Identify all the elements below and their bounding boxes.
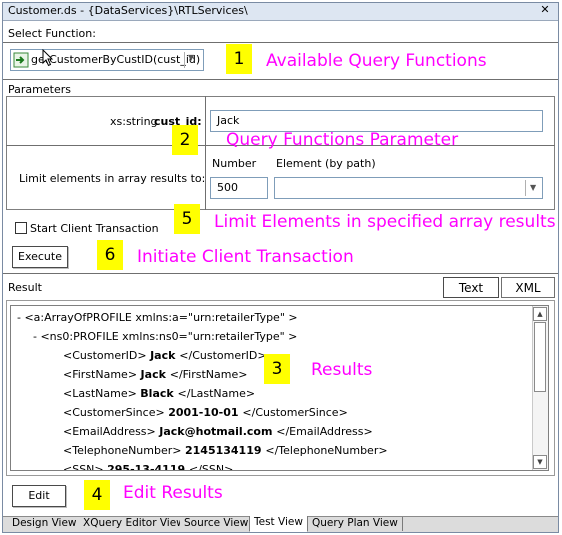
xml-tag-open: <SSN> bbox=[63, 463, 108, 471]
annotation-text-2: Query Functions Parameter bbox=[226, 130, 459, 150]
xml-tag-open: <FirstName> bbox=[63, 368, 141, 381]
divider bbox=[3, 42, 558, 43]
xml-tag-open: <CustomerID> bbox=[63, 349, 151, 362]
annotation-text-5: Limit Elements in specified array result… bbox=[214, 212, 556, 232]
limit-elements-label: Limit elements in array results to: bbox=[19, 172, 206, 185]
xml-value: Jack bbox=[140, 368, 170, 381]
xml-value: Jack@hotmail.com bbox=[159, 425, 277, 438]
xml-tag-open: <CustomerSince> bbox=[63, 406, 169, 419]
edit-button[interactable]: Edit bbox=[12, 485, 66, 507]
xml-tag-close: </TelephoneNumber> bbox=[265, 444, 388, 457]
annotation-badge-6: 6 bbox=[97, 240, 123, 270]
tab-source-view[interactable]: Source View bbox=[180, 517, 254, 531]
xml-tag-close: </FirstName> bbox=[169, 368, 248, 381]
function-arrow-icon bbox=[13, 52, 29, 68]
param-value-input[interactable]: Jack bbox=[210, 110, 543, 132]
edit-button-label: Edit bbox=[28, 489, 50, 502]
result-line: <FirstName> Jack </FirstName> bbox=[63, 368, 247, 381]
annotation-text-6: Initiate Client Transaction bbox=[137, 247, 354, 267]
number-label: Number bbox=[212, 157, 257, 170]
annotation-badge-5: 5 bbox=[174, 204, 200, 234]
parameters-label: Parameters bbox=[8, 83, 71, 96]
limit-number-value: 500 bbox=[217, 181, 238, 194]
result-label: Result bbox=[8, 281, 42, 294]
result-line: <LastName> Black </LastName> bbox=[63, 387, 255, 400]
param-value: Jack bbox=[217, 114, 240, 127]
xml-value: 2145134119 bbox=[184, 444, 266, 457]
dropdown-separator bbox=[525, 180, 526, 196]
annotation-text-3: Results bbox=[311, 360, 373, 380]
annotation-badge-4: 4 bbox=[84, 480, 110, 510]
result-content[interactable]: - <a:ArrayOfPROFILE xmlns:a="urn:retaile… bbox=[10, 305, 549, 471]
xml-value: Jack bbox=[150, 349, 180, 362]
annotation-badge-3: 3 bbox=[264, 354, 290, 384]
xml-view-label: XML bbox=[515, 281, 541, 295]
xml-tag-close: </CustomerSince> bbox=[242, 406, 348, 419]
execute-button-label: Execute bbox=[18, 250, 62, 263]
xml-view-button[interactable]: XML bbox=[501, 277, 555, 298]
element-path-label: Element (by path) bbox=[276, 157, 376, 170]
xml-tag-open: <LastName> bbox=[63, 387, 141, 400]
window-title: Customer.ds - {DataServices}\RTLServices… bbox=[8, 4, 248, 17]
chevron-down-icon[interactable]: ▼ bbox=[530, 183, 536, 192]
chevron-down-icon[interactable]: ▼ bbox=[188, 53, 194, 62]
scroll-up-icon[interactable]: ▲ bbox=[533, 307, 547, 321]
annotation-text-4: Edit Results bbox=[123, 483, 223, 503]
divider bbox=[205, 96, 206, 210]
divider bbox=[3, 273, 558, 274]
select-function-label: Select Function: bbox=[8, 27, 96, 40]
result-line: - <ns0:PROFILE xmlns:ns0="urn:retailerTy… bbox=[33, 330, 297, 343]
xml-value: 295-13-4119 bbox=[107, 463, 189, 471]
tab-test-view[interactable]: Test View bbox=[249, 516, 308, 532]
result-line: <CustomerSince> 2001-10-01 </CustomerSin… bbox=[63, 406, 348, 419]
function-select-value: getCustomerByCustID(cust_id) bbox=[31, 53, 201, 66]
result-line: <TelephoneNumber> 2145134119 </Telephone… bbox=[63, 444, 388, 457]
xml-tag-close: </EmailAddress> bbox=[276, 425, 373, 438]
xml-tag-open: <TelephoneNumber> bbox=[63, 444, 185, 457]
xml-tag-open: <EmailAddress> bbox=[63, 425, 160, 438]
result-line: <SSN> 295-13-4119 </SSN> bbox=[63, 463, 234, 471]
text-view-label: Text bbox=[458, 281, 484, 295]
dropdown-separator bbox=[184, 52, 185, 68]
text-view-button[interactable]: Text bbox=[443, 277, 499, 298]
scroll-thumb[interactable] bbox=[534, 322, 546, 392]
xml-value: 2001-10-01 bbox=[168, 406, 243, 419]
execute-button[interactable]: Execute bbox=[12, 246, 68, 268]
tab-query-plan-view[interactable]: Query Plan View bbox=[308, 517, 403, 531]
annotation-badge-1: 1 bbox=[226, 44, 252, 74]
close-icon[interactable]: ✕ bbox=[538, 3, 552, 16]
result-line: <CustomerID> Jack </CustomerID> bbox=[63, 349, 267, 362]
annotation-text-1: Available Query Functions bbox=[266, 51, 487, 71]
mouse-cursor-icon bbox=[42, 49, 54, 67]
xml-tag-open: - <a:ArrayOfPROFILE xmlns:a="urn:retaile… bbox=[17, 311, 298, 324]
xml-value: Black bbox=[140, 387, 178, 400]
element-path-select[interactable] bbox=[274, 177, 543, 199]
tab-xquery-editor-view[interactable]: XQuery Editor View bbox=[79, 517, 190, 531]
start-transaction-label: Start Client Transaction bbox=[30, 222, 159, 235]
param-type: xs:string bbox=[110, 115, 158, 128]
xml-tag-close: </CustomerID> bbox=[179, 349, 267, 362]
xml-tag-close: </LastName> bbox=[177, 387, 256, 400]
xml-tag-close: </SSN> bbox=[188, 463, 234, 471]
result-line: - <a:ArrayOfPROFILE xmlns:a="urn:retaile… bbox=[17, 311, 298, 324]
result-line: <EmailAddress> Jack@hotmail.com </EmailA… bbox=[63, 425, 373, 438]
xml-tag-open: - <ns0:PROFILE xmlns:ns0="urn:retailerTy… bbox=[33, 330, 298, 343]
scroll-down-icon[interactable]: ▼ bbox=[533, 455, 547, 469]
annotation-badge-2: 2 bbox=[172, 125, 198, 155]
tab-design-view[interactable]: Design View bbox=[8, 517, 82, 531]
divider bbox=[3, 79, 558, 80]
start-transaction-checkbox[interactable] bbox=[15, 222, 27, 234]
limit-number-input[interactable]: 500 bbox=[210, 177, 268, 199]
